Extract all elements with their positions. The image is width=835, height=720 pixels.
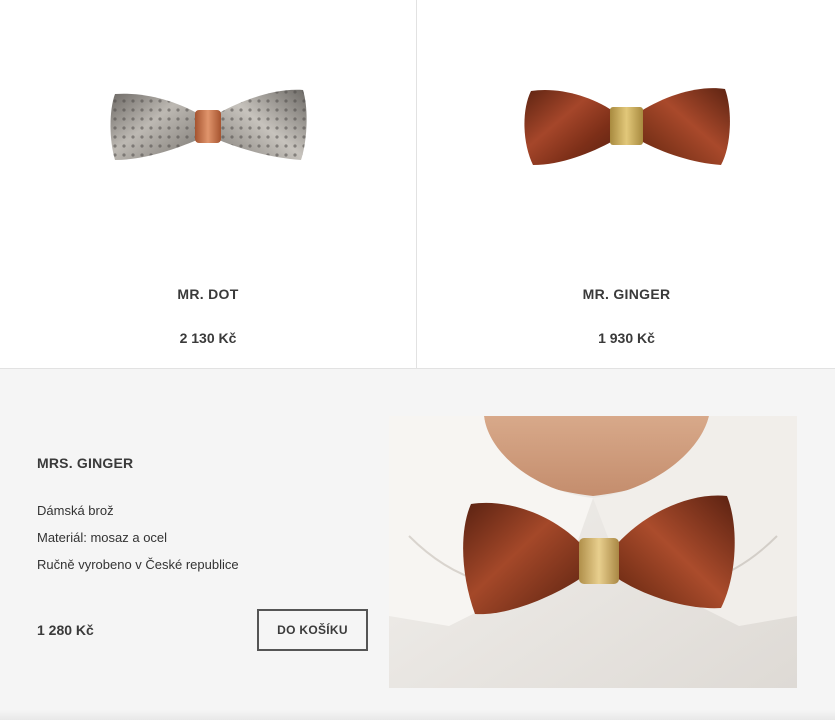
add-to-cart-button[interactable]: DO KOŠÍKU (257, 609, 368, 651)
product-name[interactable]: MR. GINGER (418, 286, 835, 302)
featured-description: Dámská brož Materiál: mosaz a ocel Ručně… (37, 497, 239, 578)
product-card-mr-ginger[interactable]: MR. GINGER 1 930 Kč (418, 0, 835, 368)
featured-product: MRS. GINGER Dámská brož Materiál: mosaz … (0, 369, 835, 720)
featured-price: 1 280 Kč (37, 622, 94, 638)
product-name[interactable]: MR. DOT (0, 286, 416, 302)
silver-dotted-bow-tie-icon (110, 89, 307, 160)
product-price: 2 130 Kč (179, 330, 237, 346)
product-price: 1 930 Kč (598, 330, 655, 346)
section-divider (0, 710, 835, 720)
featured-photo (389, 416, 797, 688)
product-card-mr-dot[interactable]: MR. DOT 2 130 Kč (0, 0, 417, 368)
product-image[interactable] (418, 0, 835, 250)
wooden-bow-tie-icon (523, 88, 730, 165)
bow-tie-on-collar-icon (389, 416, 797, 688)
featured-title: MRS. GINGER (37, 455, 134, 471)
description-line: Dámská brož (37, 503, 114, 518)
product-image[interactable] (0, 0, 416, 250)
description-line: Materiál: mosaz a ocel (37, 530, 168, 545)
product-grid: MR. DOT 2 130 Kč MR. GINGER 1 930 Kč (0, 0, 835, 369)
description-line: Ručně vyrobeno v České republice (37, 557, 239, 572)
